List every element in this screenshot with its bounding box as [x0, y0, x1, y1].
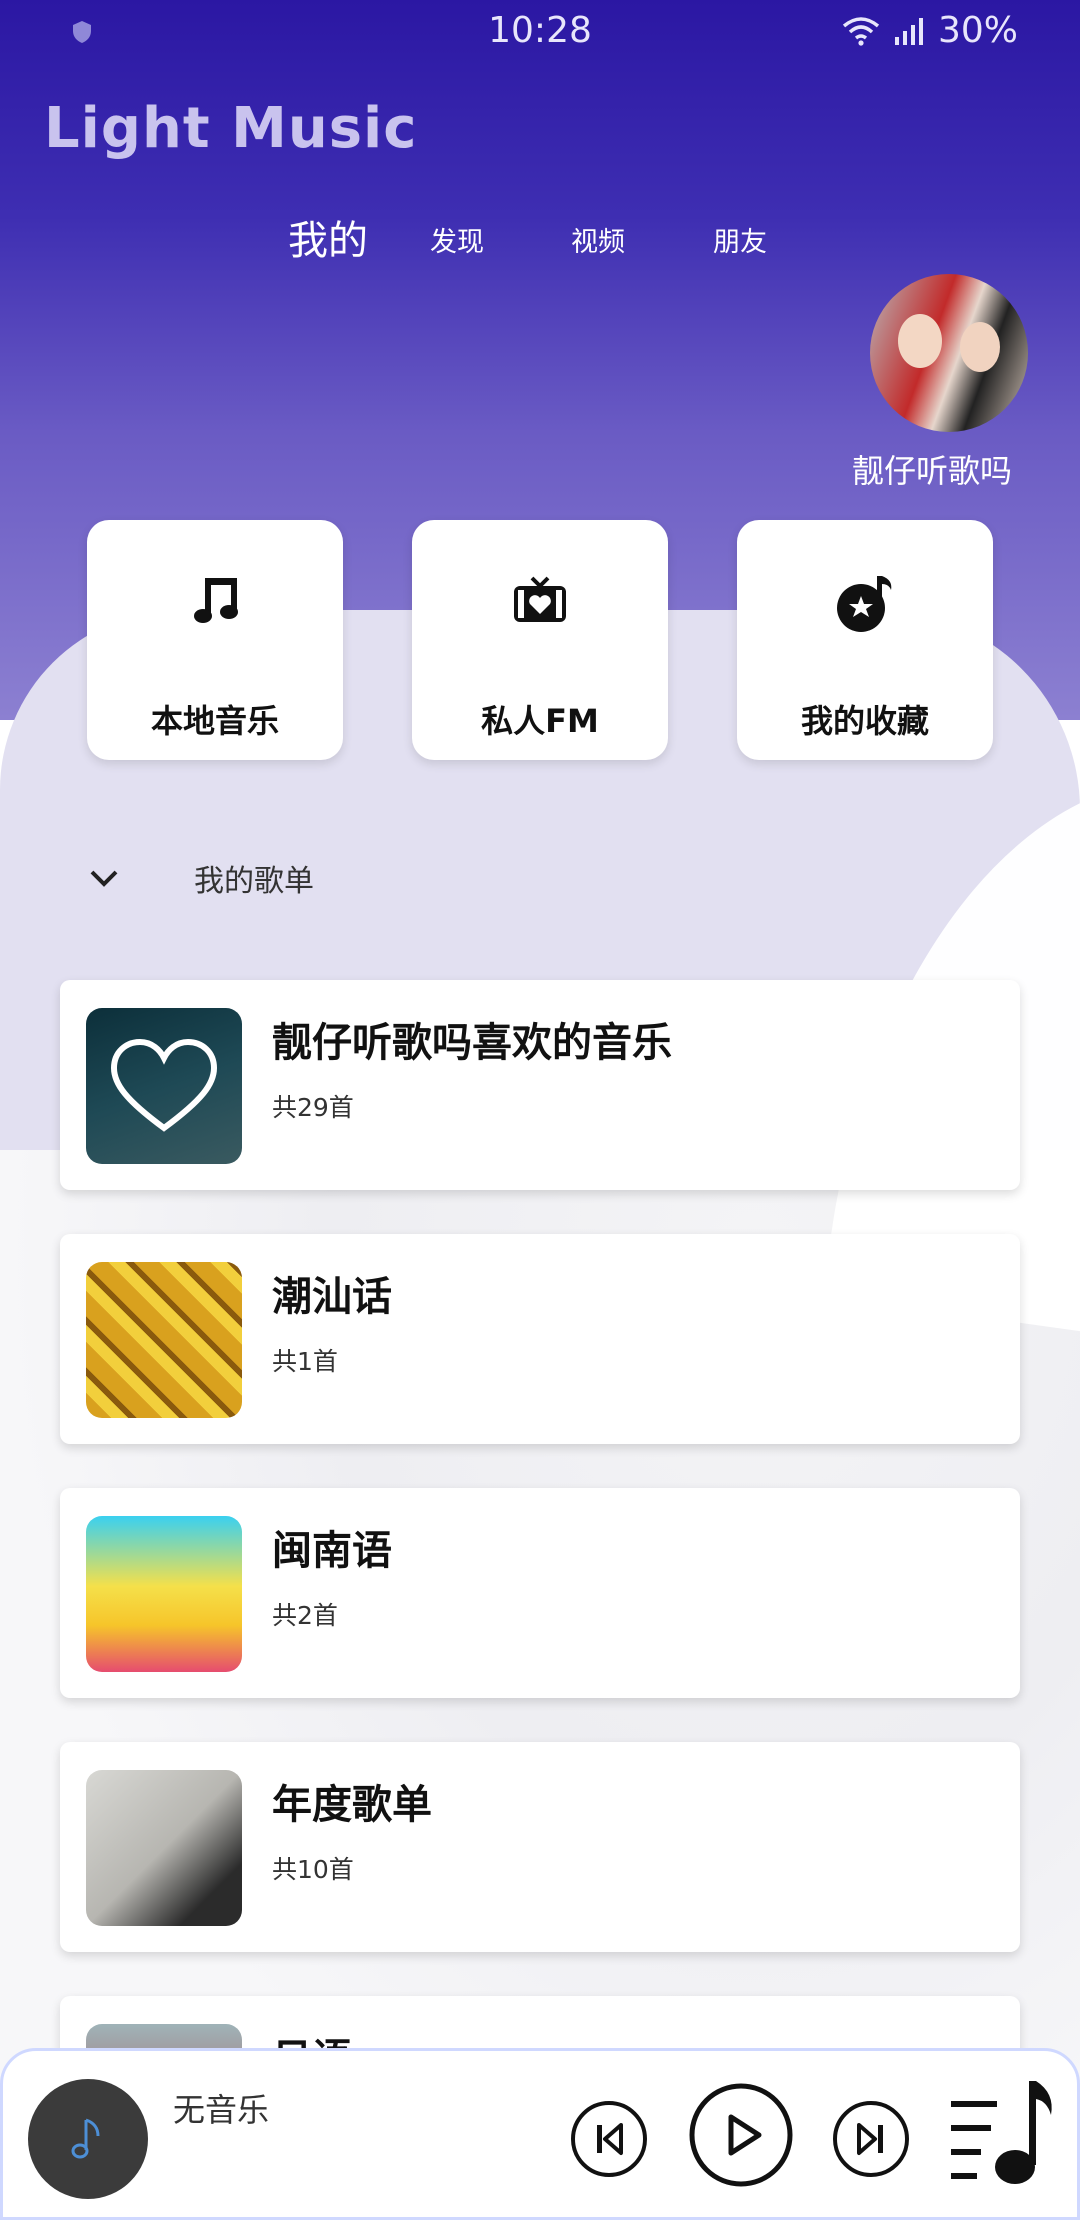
radio-icon: [514, 576, 566, 622]
now-playing-disc[interactable]: [28, 2079, 148, 2199]
status-bar: 10:28 30%: [0, 0, 1080, 66]
next-icon[interactable]: [831, 2099, 911, 2179]
local-music-label: 本地音乐: [150, 702, 279, 740]
playlist-name: 闽南语: [272, 1528, 392, 1574]
heart-icon: [110, 1038, 218, 1132]
my-collection-label: 我的收藏: [800, 702, 929, 740]
section-title: 我的歌单: [194, 864, 314, 899]
app-title: Light Music: [44, 96, 418, 161]
wifi-icon: [842, 16, 880, 46]
playlist-item[interactable]: 靓仔听歌吗喜欢的音乐 共29首: [60, 980, 1020, 1190]
playlist-section-header[interactable]: 我的歌单: [84, 856, 314, 900]
playlist-item[interactable]: 闽南语 共2首: [60, 1488, 1020, 1698]
private-fm-card[interactable]: 私人FM: [412, 520, 668, 760]
playlist-item[interactable]: 潮汕话 共1首: [60, 1234, 1020, 1444]
top-tabs: 我的 发现 视频 朋友: [0, 208, 1080, 268]
playlist-name: 年度歌单: [272, 1782, 432, 1828]
playlist-count: 共10首: [272, 1855, 354, 1884]
chevron-down-icon[interactable]: [84, 858, 124, 898]
playlist-cover: [86, 1516, 242, 1672]
previous-icon[interactable]: [569, 2099, 649, 2179]
avatar[interactable]: [870, 274, 1028, 432]
tab-mine[interactable]: 我的: [288, 208, 368, 266]
tab-friends[interactable]: 朋友: [713, 220, 767, 259]
tab-discover[interactable]: 发现: [430, 220, 484, 259]
now-playing-title: 无音乐: [173, 2091, 270, 2129]
collection-icon: [837, 576, 892, 632]
playlist-name: 潮汕话: [272, 1274, 392, 1320]
music-note-icon: [71, 2118, 100, 2159]
signal-icon: [894, 17, 923, 45]
music-note-icon: [194, 578, 238, 623]
playlist-queue-icon[interactable]: [947, 2075, 1059, 2191]
playlist-count: 共29首: [272, 1093, 354, 1122]
username[interactable]: 靓仔听歌吗: [852, 446, 1012, 492]
my-collection-card[interactable]: 我的收藏: [737, 520, 993, 760]
playlist-cover: [86, 1262, 242, 1418]
playlist-count: 共1首: [272, 1347, 338, 1376]
playlist-name: 靓仔听歌吗喜欢的音乐: [272, 1020, 672, 1066]
playlist-cover: [86, 1770, 242, 1926]
mini-player[interactable]: 无音乐: [0, 2048, 1080, 2220]
private-fm-label: 私人FM: [481, 702, 599, 740]
battery-percent: 30%: [937, 10, 1018, 51]
local-music-card[interactable]: 本地音乐: [87, 520, 343, 760]
play-icon[interactable]: [687, 2081, 795, 2189]
playlist-count: 共2首: [272, 1601, 338, 1630]
tab-video[interactable]: 视频: [571, 220, 625, 259]
playlist-cover: [86, 1008, 242, 1164]
playlist-item[interactable]: 年度歌单 共10首: [60, 1742, 1020, 1952]
